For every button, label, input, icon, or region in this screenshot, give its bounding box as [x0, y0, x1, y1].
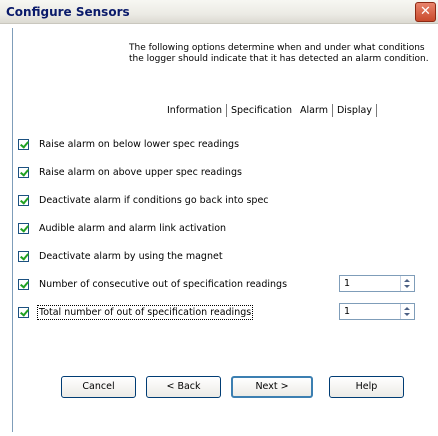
checkbox-above-upper-spec[interactable] — [18, 167, 29, 178]
option-label: Deactivate alarm if conditions go back i… — [39, 195, 269, 206]
next-button[interactable]: Next > — [231, 376, 313, 398]
tab-specification[interactable]: Specification — [227, 104, 296, 117]
checkbox-deactivate-magnet[interactable] — [18, 251, 29, 262]
window-title: Configure Sensors — [6, 5, 130, 19]
option-label: Number of consecutive out of specificati… — [39, 279, 288, 290]
consecutive-readings-spinner[interactable]: 1 — [339, 275, 415, 292]
tab-divider — [375, 103, 377, 117]
total-readings-spinner[interactable]: 1 — [339, 303, 415, 320]
option-below-lower-spec[interactable]: Raise alarm on below lower spec readings — [18, 139, 239, 150]
option-deactivate-back-in-spec[interactable]: Deactivate alarm if conditions go back i… — [18, 195, 269, 206]
option-deactivate-magnet[interactable]: Deactivate alarm by using the magnet — [18, 251, 223, 262]
intro-text: The following options determine when and… — [129, 43, 429, 64]
help-button[interactable]: Help — [329, 376, 404, 398]
spinner-value: 1 — [344, 278, 351, 289]
option-label: Raise alarm on above upper spec readings — [39, 167, 242, 178]
checkbox-audible-alarm[interactable] — [18, 223, 29, 234]
checkbox-below-lower-spec[interactable] — [18, 139, 29, 150]
arrow-up-icon[interactable] — [404, 307, 410, 310]
tab-strip: Information Specification Alarm Display — [163, 103, 377, 117]
checkbox-deactivate-back-in-spec[interactable] — [18, 195, 29, 206]
back-button[interactable]: < Back — [146, 376, 221, 398]
checkbox-total-readings[interactable] — [18, 307, 29, 318]
option-audible-alarm[interactable]: Audible alarm and alarm link activation — [18, 223, 226, 234]
option-consecutive-readings[interactable]: Number of consecutive out of specificati… — [18, 279, 287, 290]
spinner-arrows[interactable] — [400, 304, 414, 319]
checkbox-consecutive-readings[interactable] — [18, 279, 29, 290]
option-label: Audible alarm and alarm link activation — [39, 223, 227, 234]
option-label: Deactivate alarm by using the magnet — [39, 251, 223, 262]
option-label: Raise alarm on below lower spec readings — [39, 139, 240, 150]
alarm-panel: The following options determine when and… — [12, 28, 435, 432]
title-bar[interactable]: Configure Sensors ✕ — [0, 0, 438, 24]
option-total-readings[interactable]: Total number of out of specification rea… — [18, 305, 254, 320]
configure-sensors-dialog: Configure Sensors ✕ The following option… — [0, 0, 438, 436]
spinner-value: 1 — [344, 306, 351, 317]
spinner-arrows[interactable] — [400, 276, 414, 291]
close-icon: ✕ — [420, 4, 431, 19]
cancel-button[interactable]: Cancel — [61, 376, 136, 398]
arrow-down-icon[interactable] — [404, 285, 410, 288]
close-button[interactable]: ✕ — [415, 2, 436, 22]
option-above-upper-spec[interactable]: Raise alarm on above upper spec readings — [18, 167, 242, 178]
tab-information[interactable]: Information — [163, 104, 226, 117]
tab-alarm[interactable]: Alarm — [296, 104, 332, 117]
arrow-up-icon[interactable] — [404, 279, 410, 282]
arrow-down-icon[interactable] — [404, 313, 410, 316]
tab-display[interactable]: Display — [333, 104, 376, 117]
option-label: Total number of out of specification rea… — [36, 305, 254, 320]
